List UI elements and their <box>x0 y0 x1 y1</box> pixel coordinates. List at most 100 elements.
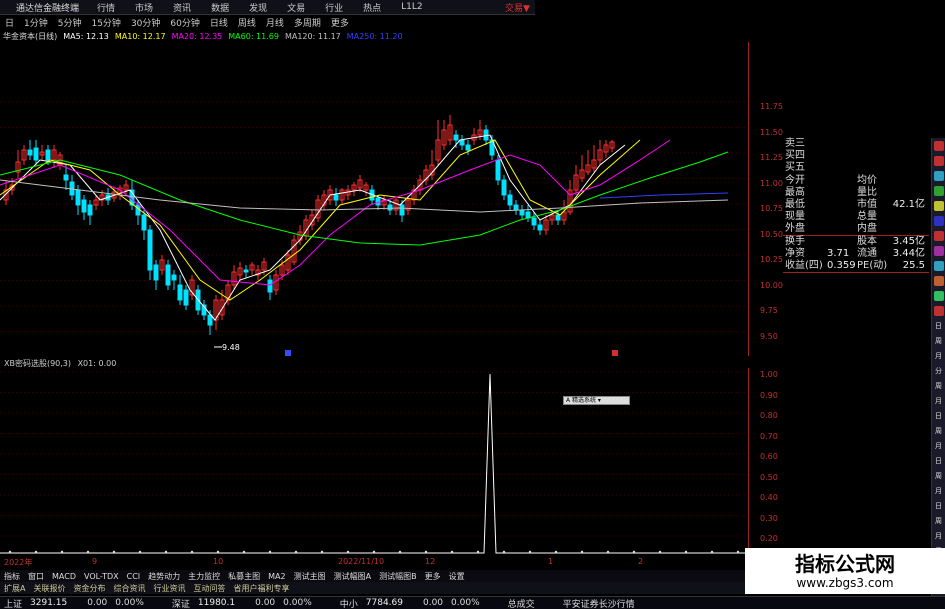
candle-body <box>525 211 531 219</box>
event-marker[interactable] <box>612 350 618 356</box>
menu-item[interactable]: 文易 <box>277 1 315 14</box>
osc-dot <box>268 550 272 554</box>
price-tick: 9.75 <box>760 306 778 315</box>
extension-tab[interactable]: 综合资讯 <box>109 583 149 594</box>
toolbar-tool-icon[interactable] <box>932 273 945 288</box>
indicator-tab[interactable]: 指标 <box>0 571 24 582</box>
osc-dot <box>658 550 662 554</box>
toolbar-tool-icon[interactable] <box>932 213 945 228</box>
menu-item[interactable]: 发现 <box>239 1 277 14</box>
indicator-tab[interactable]: 测试幅图B <box>375 571 421 582</box>
sidebar-period-button[interactable]: 周 <box>932 333 945 348</box>
indicator-tab[interactable]: VOL-TDX <box>80 572 123 581</box>
indicator-name: XB密码选股(90,3) <box>4 359 72 368</box>
candle-body <box>27 149 33 156</box>
indicator-tab[interactable]: 测试主图 <box>290 571 330 582</box>
sidebar-period-button[interactable]: 月 <box>932 438 945 453</box>
indicator-chart[interactable] <box>0 368 748 555</box>
period-tab[interactable]: 日 <box>0 16 19 29</box>
period-tab[interactable]: 5分钟 <box>53 16 87 29</box>
osc-dot <box>60 550 64 554</box>
osc-axis-line <box>748 368 749 555</box>
candle-body <box>555 214 561 221</box>
menu-item[interactable]: 热点 <box>353 1 391 14</box>
indicator-tab[interactable]: 主力监控 <box>184 571 224 582</box>
toolbar-tool-icon[interactable] <box>932 198 945 213</box>
indicator-tab[interactable]: 趋势动力 <box>144 571 184 582</box>
info-value: 3.44亿 <box>892 247 925 259</box>
toolbar-tool-icon[interactable] <box>932 168 945 183</box>
ma-legend-item: MA5: 12.13 <box>63 31 109 41</box>
candle-body <box>459 139 465 146</box>
indicator-tab[interactable]: 更多 <box>421 571 445 582</box>
sidebar-period-button[interactable]: 周 <box>932 378 945 393</box>
period-tab[interactable]: 更多 <box>326 16 354 29</box>
extension-tab[interactable]: 省用户福利专享 <box>229 583 293 594</box>
extension-tab[interactable]: 扩展A <box>0 583 29 594</box>
sidebar-period-button[interactable]: 月 <box>932 348 945 363</box>
indicator-tab[interactable]: 私募主图 <box>224 571 264 582</box>
menu-item[interactable]: 市场 <box>125 1 163 14</box>
sidebar-period-button[interactable]: 日 <box>932 408 945 423</box>
extension-tab[interactable]: 行业资讯 <box>149 583 189 594</box>
index-name[interactable]: 深证 <box>168 597 194 609</box>
extension-tab[interactable]: 关联报价 <box>29 583 69 594</box>
period-tab[interactable]: 15分钟 <box>86 16 125 29</box>
event-marker[interactable] <box>285 350 291 356</box>
indicator-tab[interactable]: MACD <box>48 572 80 581</box>
osc-dot <box>632 550 636 554</box>
toolbar-tool-icon[interactable] <box>932 228 945 243</box>
extension-tab[interactable]: 资金分布 <box>69 583 109 594</box>
indicator-tab[interactable]: 设置 <box>445 571 469 582</box>
toolbar-tool-icon[interactable] <box>932 258 945 273</box>
date-tick: 12 <box>425 557 436 566</box>
ma250-line <box>599 192 729 199</box>
toolbar-tool-icon[interactable] <box>932 288 945 303</box>
index-pct: 0.00% <box>115 598 144 608</box>
indicator-tab[interactable]: 窗口 <box>24 571 48 582</box>
indicator-tab[interactable]: MA2 <box>264 572 289 581</box>
indicator-tab[interactable]: CCI <box>123 572 145 581</box>
index-name[interactable]: 上证 <box>0 597 26 609</box>
sidebar-period-button[interactable]: 周 <box>932 513 945 528</box>
indicator-tab[interactable]: 测试幅图A <box>330 571 375 582</box>
menu-item[interactable]: 行业 <box>315 1 353 14</box>
sidebar-period-button[interactable]: 月 <box>932 483 945 498</box>
toolbar-tool-icon[interactable] <box>932 138 945 153</box>
sidebar-period-button[interactable]: 周 <box>932 468 945 483</box>
candle-body <box>141 214 147 231</box>
sidebar-period-button[interactable]: 日 <box>932 498 945 513</box>
extension-tab[interactable]: 互动问答 <box>189 583 229 594</box>
info-label: 最低 <box>785 199 805 210</box>
period-tab[interactable]: 30分钟 <box>126 16 165 29</box>
sidebar-period-button[interactable]: 日 <box>932 453 945 468</box>
menu-item[interactable]: 行情 <box>87 1 125 14</box>
sidebar-period-button[interactable]: 周 <box>932 423 945 438</box>
period-tab[interactable]: 周线 <box>233 16 261 29</box>
sidebar-period-button[interactable]: 月 <box>932 393 945 408</box>
status-bar: 上证 3291.15 0.00 0.00% 深证 11980.1 0.00 0.00% 中小 77… <box>0 596 945 609</box>
toolbar-tool-icon[interactable] <box>932 303 945 318</box>
menu-item[interactable]: 资讯 <box>163 1 201 14</box>
period-tab[interactable]: 多周期 <box>289 16 326 29</box>
toolbar-tool-icon[interactable] <box>932 183 945 198</box>
sidebar-period-button[interactable]: 日 <box>932 318 945 333</box>
index-name[interactable]: 中小 <box>336 597 362 609</box>
menu-item[interactable]: L1L2 <box>391 2 432 12</box>
sidebar-period-button[interactable]: 分 <box>932 363 945 378</box>
candle-body <box>267 279 273 293</box>
select-system-popup[interactable]: A 精选系统 ▾ <box>563 396 630 405</box>
sidebar-period-button[interactable]: 月 <box>932 528 945 543</box>
candle-body <box>453 134 459 141</box>
trade-button[interactable]: 交易▼ <box>505 1 530 14</box>
info-label: 均价 <box>857 174 877 186</box>
toolbar-tool-icon[interactable] <box>932 243 945 258</box>
period-tab[interactable]: 日线 <box>205 16 233 29</box>
menu-item[interactable]: 数据 <box>201 1 239 14</box>
osc-dot <box>450 550 454 554</box>
toolbar-tool-icon[interactable] <box>932 153 945 168</box>
period-tab[interactable]: 月线 <box>261 16 289 29</box>
candlestick-chart[interactable]: 9.48 <box>0 42 748 356</box>
period-tab[interactable]: 1分钟 <box>19 16 53 29</box>
period-tab[interactable]: 60分钟 <box>165 16 204 29</box>
